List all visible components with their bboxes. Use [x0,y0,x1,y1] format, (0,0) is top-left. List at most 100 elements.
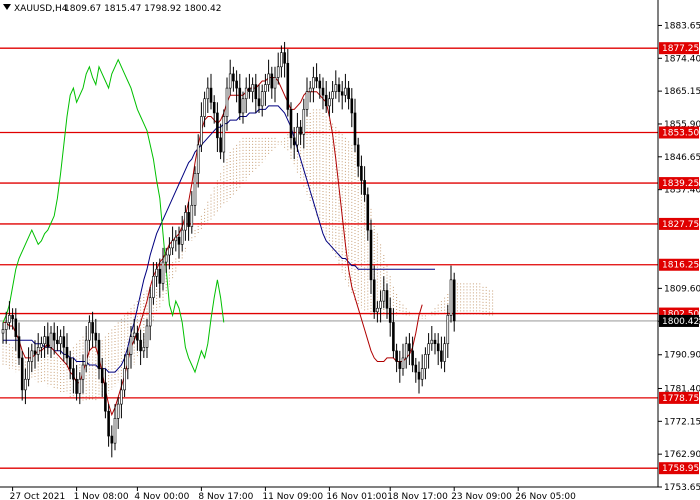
candle-body [17,336,21,359]
candle-body [200,116,203,146]
candle-body [401,357,405,369]
candle-body [219,137,222,153]
candle-body [120,389,123,405]
candle-body [56,339,59,345]
candle-body [177,236,181,245]
candle-body [40,343,43,348]
candle-body [238,87,242,114]
candle-body [203,98,206,117]
candle-body [324,94,328,107]
candle-body [184,212,187,231]
candle-body [30,350,34,362]
candle-body [315,77,318,82]
candle-body [129,336,133,355]
candle-body [33,350,37,355]
candle-body [267,73,270,85]
candle-body [340,91,344,96]
candle-body [235,80,238,89]
candle-body [142,346,146,352]
candle-body [280,52,283,68]
candle-body [302,109,306,135]
candle-body [196,144,200,174]
candle-body [75,378,78,394]
y-tick-label: 1790.90 [664,351,700,361]
candle-body [424,354,427,369]
candle-body [337,84,341,92]
level-price-tag: 1758.95 [662,464,699,474]
candle-body [366,194,370,231]
candle-body [72,368,75,380]
candle-body [299,126,302,135]
chart-background [0,0,700,500]
candle-body [97,339,101,369]
candle-body [379,300,382,309]
candle-body [443,343,446,362]
candle-body [148,297,152,327]
price-chart[interactable]: 1883.651874.401865.151855.901846.651837.… [0,0,700,500]
candle-body [312,77,315,89]
candle-body [433,339,437,345]
candle-body [11,315,14,320]
candle-body [395,350,398,362]
candle-body [353,112,357,146]
candle-body [244,87,248,100]
candle-body [65,346,69,359]
candle-body [104,382,107,412]
x-tick-label: 8 Nov 17:00 [198,492,253,500]
ohlc-label: 1809.67 1815.47 1798.92 1800.42 [64,4,221,14]
candle-body [398,361,402,369]
candle-body [43,336,46,345]
candle-body [296,126,299,146]
candle-body [436,343,440,352]
candle-body [360,165,363,181]
level-price-tag: 1827.75 [662,220,699,230]
candle-body [452,279,456,322]
x-tick-label: 16 Nov 01:00 [326,492,387,500]
y-tick-label: 1762.90 [664,450,700,460]
candle-body [68,357,72,369]
candle-body [318,80,322,89]
candle-body [158,268,162,284]
x-tick-label: 27 Oct 2021 [10,492,66,500]
candle-body [52,332,56,341]
candle-body [94,332,98,341]
candle-body [27,361,30,380]
candle-body [139,339,142,352]
y-tick-label: 1883.65 [664,21,700,31]
candle-body [110,435,114,444]
candle-body [286,62,290,110]
candle-body [228,73,232,89]
candle-body [155,268,158,277]
candle-body [440,350,443,362]
x-tick-label: 18 Nov 17:00 [387,492,448,500]
candle-body [344,87,347,96]
candle-body [414,364,418,373]
level-price-tag: 1877.25 [662,44,699,54]
x-tick-label: 26 Nov 05:00 [515,492,576,500]
candle-body [417,371,421,380]
candle-body [392,322,395,352]
candle-body [145,325,149,348]
x-tick-label: 11 Nov 09:00 [262,492,323,500]
candle-body [273,77,277,89]
candle-body [8,315,11,323]
candle-body [328,98,331,107]
candle-body [187,212,190,227]
y-tick-label: 1753.65 [664,483,700,493]
x-tick-label: 4 Nov 00:00 [134,492,189,500]
candle-body [388,307,392,323]
candle-body [59,336,62,345]
candle-body [209,87,213,103]
y-tick-label: 1865.15 [664,87,700,97]
x-tick-label: 23 Nov 09:00 [451,492,512,500]
candle-body [136,332,139,341]
candle-body [1,329,5,334]
candle-body [20,357,24,391]
y-tick-label: 1874.40 [664,54,700,64]
candle-body [270,73,274,89]
candle-body [305,91,309,110]
candle-body [174,236,178,242]
chart-header: XAUUSD,H4 1809.67 1815.47 1798.92 1800.4… [3,4,221,14]
current-price-tag: 1800.42 [662,317,699,327]
candle-body [84,339,88,366]
